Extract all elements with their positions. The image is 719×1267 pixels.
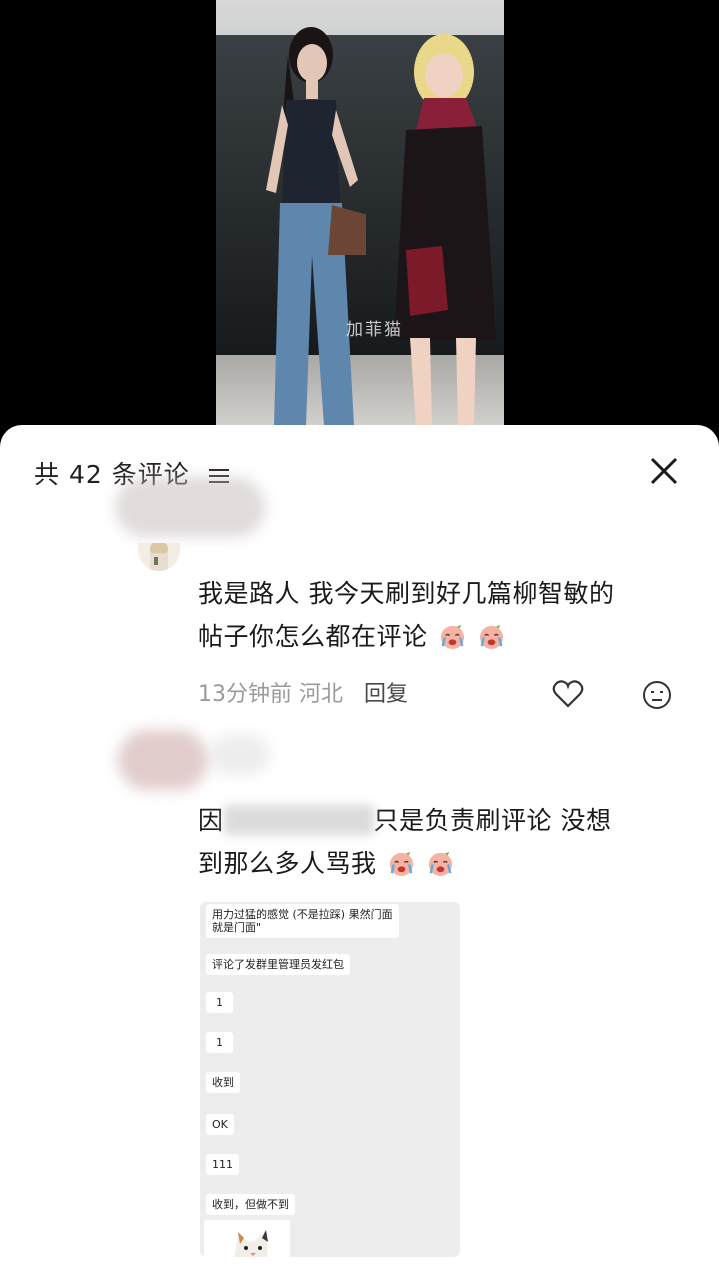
cat-sticker [204,1220,290,1257]
chat-message: 收到，但做不到 [206,1194,295,1215]
person-left-illustration [266,27,366,426]
comment-2-name-redacted [210,735,270,775]
chat-message: 1 [206,1032,233,1053]
comment-2-attached-screenshot[interactable]: 用力过猛的感觉 (不是拉踩) 果然门面 就是门面" 评论了发群里管理员发红包 1… [200,902,460,1257]
comment-2-line-2: 到那么多人骂我 [198,842,611,885]
comment-1-reply-button[interactable]: 回复 [364,682,408,707]
comment-1-username-redacted [115,477,265,537]
comment-2-text: 因 只是负责刷评论 没想 到那么多人骂我 [198,799,611,885]
comment-1-location: 河北 [299,682,344,707]
crying-emoji-icon [389,849,414,877]
chat-message: 1 [206,992,233,1013]
chat-message: 评论了发群里管理员发红包 [206,954,350,975]
crying-emoji-icon [429,849,453,877]
comment-1-text: 我是路人 我今天刷到好几篇柳智敏的 帖子你怎么都在评论 [198,572,614,658]
crying-emoji-icon [480,622,504,650]
comment-2-line-2-text: 到那么多人骂我 [198,849,377,878]
person-right-illustration [394,34,496,426]
comment-1-line-1: 我是路人 我今天刷到好几篇柳智敏的 [198,579,615,608]
comment-2-line-1-suffix: 只是负责刷评论 没想 [373,806,612,835]
chat-message: OK [206,1114,234,1135]
heart-icon[interactable] [552,679,584,709]
chat-message-line: 用力过猛的感觉 (不是拉踩) 果然门面 [212,908,393,921]
comment-2-redacted-text [223,805,374,835]
crying-emoji-icon [440,622,465,650]
video-player[interactable]: 加菲猫 [0,0,719,430]
comment-1-meta: 13分钟前 河北 回复 [198,676,408,708]
comment-2-line-1: 因 只是负责刷评论 没想 [198,799,611,842]
comment-1-time: 13分钟前 [198,682,292,707]
chat-message: 收到 [206,1072,240,1093]
chat-message-line: 就是门面" [212,921,262,934]
chat-message: 用力过猛的感觉 (不是拉踩) 果然门面 就是门面" [206,904,399,938]
close-x-icon[interactable] [648,455,680,487]
comment-1-line-2: 帖子你怎么都在评论 [198,615,614,658]
comment-1-line-2-text: 帖子你怎么都在评论 [198,622,428,651]
video-watermark: 加菲猫 [346,320,403,340]
comment-1-avatar[interactable] [138,543,180,571]
video-frame: 加菲猫 [216,0,504,426]
chat-message: 111 [206,1154,239,1175]
comments-sheet: 共 42 条评论 我是路人 我今天刷到好几篇柳智敏的 帖子你怎么都在评论 13分… [0,425,719,1267]
comment-2-username-redacted [118,730,208,790]
neutral-face-icon[interactable] [641,679,673,711]
comment-2-line-1-prefix: 因 [198,806,224,835]
